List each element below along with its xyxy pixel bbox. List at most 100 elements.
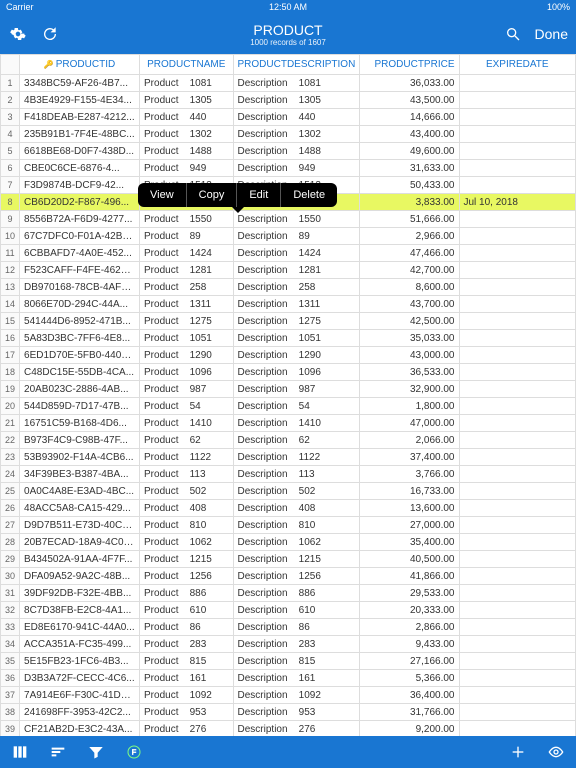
cell-description[interactable]: Description 810 (233, 517, 360, 534)
cell-expiredate[interactable] (459, 721, 576, 737)
cell-productname[interactable]: Product 610 (140, 602, 234, 619)
cell-description[interactable]: Description 1092 (233, 687, 360, 704)
cell-expiredate[interactable] (459, 109, 576, 126)
cell-expiredate[interactable] (459, 585, 576, 602)
cell-expiredate[interactable] (459, 313, 576, 330)
cell-expiredate[interactable] (459, 126, 576, 143)
table-row[interactable]: 22B973F4C9-C98B-47F...Product 62Descript… (1, 432, 576, 449)
cell-expiredate[interactable] (459, 330, 576, 347)
cell-price[interactable]: 14,666.00 (360, 109, 459, 126)
cell-price[interactable]: 43,500.00 (360, 92, 459, 109)
cell-price[interactable]: 2,066.00 (360, 432, 459, 449)
cell-description[interactable]: Description 1488 (233, 143, 360, 160)
table-row[interactable]: 13348BC59-AF26-4B7...Product 1081Descrip… (1, 75, 576, 92)
menu-copy[interactable]: Copy (187, 183, 238, 207)
cell-expiredate[interactable] (459, 704, 576, 721)
cell-description[interactable]: Description 1410 (233, 415, 360, 432)
cell-productname[interactable]: Product 258 (140, 279, 234, 296)
cell-expiredate[interactable] (459, 636, 576, 653)
cell-productname[interactable]: Product 1550 (140, 211, 234, 228)
table-row[interactable]: 250A0C4A8E-E3AD-4BC...Product 502Descrip… (1, 483, 576, 500)
table-row[interactable]: 116CBBAFD7-4A0E-452...Product 1424Descri… (1, 245, 576, 262)
cell-expiredate[interactable] (459, 381, 576, 398)
cell-description[interactable]: Description 161 (233, 670, 360, 687)
cell-productid[interactable]: D9D7B511-E73D-40C7... (20, 517, 140, 534)
cell-description[interactable]: Description 502 (233, 483, 360, 500)
cell-expiredate[interactable] (459, 449, 576, 466)
cell-productid[interactable]: ACCA351A-FC35-499... (20, 636, 140, 653)
table-row[interactable]: 3F418DEAB-E287-4212...Product 440Descrip… (1, 109, 576, 126)
cell-productid[interactable]: 235B91B1-7F4E-48BC... (20, 126, 140, 143)
cell-description[interactable]: Description 1081 (233, 75, 360, 92)
table-row[interactable]: 38241698FF-3953-42C2...Product 953Descri… (1, 704, 576, 721)
cell-expiredate[interactable]: Jul 10, 2018 (459, 194, 576, 211)
col-productdescription[interactable]: PRODUCTDESCRIPTION (233, 55, 360, 75)
cell-productname[interactable]: Product 1081 (140, 75, 234, 92)
cell-price[interactable]: 36,033.00 (360, 75, 459, 92)
cell-productid[interactable]: 67C7DFC0-F01A-42B6... (20, 228, 140, 245)
cell-description[interactable]: Description 408 (233, 500, 360, 517)
cell-productid[interactable]: F418DEAB-E287-4212... (20, 109, 140, 126)
cell-expiredate[interactable] (459, 534, 576, 551)
done-button[interactable]: Done (535, 26, 568, 42)
cell-productname[interactable]: Product 276 (140, 721, 234, 737)
table-row[interactable]: 1067C7DFC0-F01A-42B6...Product 89Descrip… (1, 228, 576, 245)
cell-description[interactable]: Description 610 (233, 602, 360, 619)
cell-expiredate[interactable] (459, 568, 576, 585)
cell-description[interactable]: Description 1096 (233, 364, 360, 381)
cell-description[interactable]: Description 886 (233, 585, 360, 602)
cell-productid[interactable]: D3B3A72F-CECC-4C6... (20, 670, 140, 687)
cell-price[interactable]: 43,000.00 (360, 347, 459, 364)
cell-description[interactable]: Description 1311 (233, 296, 360, 313)
cell-productid[interactable]: 5E15FB23-1FC6-4B3... (20, 653, 140, 670)
cell-price[interactable]: 13,600.00 (360, 500, 459, 517)
cell-productname[interactable]: Product 1424 (140, 245, 234, 262)
cell-price[interactable]: 36,400.00 (360, 687, 459, 704)
cell-price[interactable]: 20,333.00 (360, 602, 459, 619)
cell-description[interactable]: Description 953 (233, 704, 360, 721)
table-row[interactable]: 165A83D3BC-7FF6-4E8...Product 1051Descri… (1, 330, 576, 347)
cell-expiredate[interactable] (459, 160, 576, 177)
cell-productid[interactable]: 34F39BE3-B387-4BA... (20, 466, 140, 483)
table-row[interactable]: 15541444D6-8952-471B...Product 1275Descr… (1, 313, 576, 330)
cell-productid[interactable]: B973F4C9-C98B-47F... (20, 432, 140, 449)
cell-description[interactable]: Description 1305 (233, 92, 360, 109)
cell-productname[interactable]: Product 283 (140, 636, 234, 653)
cell-expiredate[interactable] (459, 670, 576, 687)
cell-price[interactable]: 35,400.00 (360, 534, 459, 551)
cell-description[interactable]: Description 89 (233, 228, 360, 245)
cell-productname[interactable]: Product 815 (140, 653, 234, 670)
cell-expiredate[interactable] (459, 551, 576, 568)
cell-productid[interactable]: 6CBBAFD7-4A0E-452... (20, 245, 140, 262)
cell-productid[interactable]: 53B93902-F14A-4CB6... (20, 449, 140, 466)
table-row[interactable]: 20544D859D-7D17-47B...Product 54Descript… (1, 398, 576, 415)
cell-productname[interactable]: Product 1275 (140, 313, 234, 330)
table-row[interactable]: 24B3E4929-F155-4E34...Product 1305Descri… (1, 92, 576, 109)
cell-price[interactable]: 9,200.00 (360, 721, 459, 737)
cell-price[interactable]: 43,400.00 (360, 126, 459, 143)
cell-productname[interactable]: Product 1302 (140, 126, 234, 143)
settings-icon[interactable] (8, 24, 28, 44)
cell-price[interactable]: 40,500.00 (360, 551, 459, 568)
cell-productid[interactable]: 241698FF-3953-42C2... (20, 704, 140, 721)
cell-description[interactable]: Description 440 (233, 109, 360, 126)
cell-price[interactable]: 47,466.00 (360, 245, 459, 262)
cell-price[interactable]: 51,666.00 (360, 211, 459, 228)
menu-view[interactable]: View (138, 183, 187, 207)
cell-expiredate[interactable] (459, 211, 576, 228)
cell-productid[interactable]: 16751C59-B168-4D6... (20, 415, 140, 432)
cell-productname[interactable]: Product 502 (140, 483, 234, 500)
cell-expiredate[interactable] (459, 415, 576, 432)
cell-productid[interactable]: CB6D20D2-F867-496... (20, 194, 140, 211)
col-expiredate[interactable]: EXPIREDATE (459, 55, 576, 75)
cell-expiredate[interactable] (459, 296, 576, 313)
search-icon[interactable] (503, 24, 523, 44)
cell-description[interactable]: Description 283 (233, 636, 360, 653)
cell-productid[interactable]: 0A0C4A8E-E3AD-4BC... (20, 483, 140, 500)
cell-productname[interactable]: Product 113 (140, 466, 234, 483)
cell-description[interactable]: Description 987 (233, 381, 360, 398)
cell-productid[interactable]: 8556B72A-F6D9-4277... (20, 211, 140, 228)
table-row[interactable]: 328C7D38FB-E2C8-4A1...Product 610Descrip… (1, 602, 576, 619)
cell-expiredate[interactable] (459, 143, 576, 160)
cell-price[interactable]: 31,766.00 (360, 704, 459, 721)
